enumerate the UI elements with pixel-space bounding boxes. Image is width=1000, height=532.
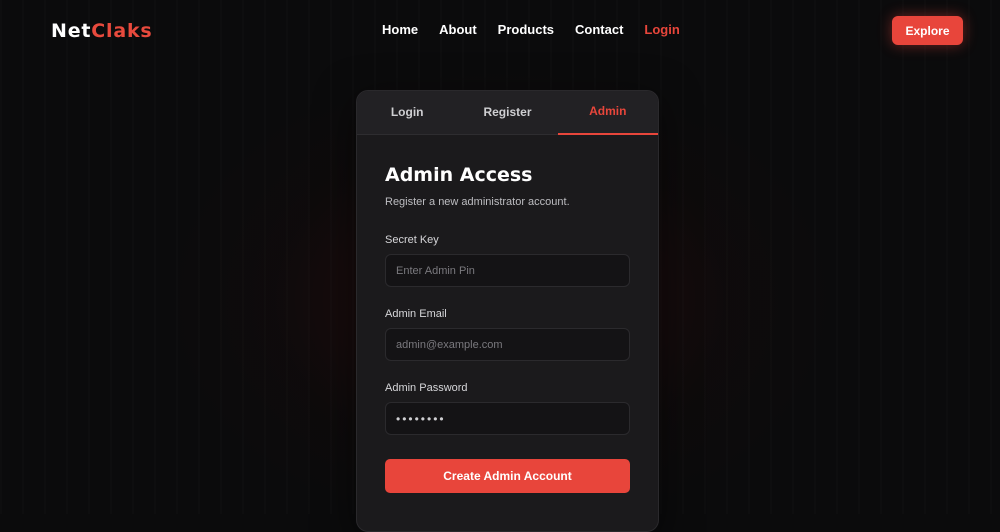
tab-register[interactable]: Register: [457, 91, 557, 134]
auth-card: Login Register Admin Admin Access Regist…: [356, 90, 659, 532]
nav-link-home[interactable]: Home: [382, 22, 418, 40]
brand-logo[interactable]: NetClaks: [51, 19, 153, 43]
secret-key-input[interactable]: [385, 254, 630, 287]
nav-link-products[interactable]: Products: [498, 22, 554, 40]
logo-text-net: Net: [51, 20, 92, 42]
tab-admin[interactable]: Admin: [557, 91, 658, 135]
logo-text-claks: Claks: [91, 20, 153, 42]
auth-tabs: Login Register Admin: [357, 91, 658, 135]
form-subtitle: Register a new administrator account.: [385, 196, 570, 208]
tab-login[interactable]: Login: [357, 91, 457, 134]
admin-password-input[interactable]: [385, 402, 630, 435]
form-title: Admin Access: [385, 164, 533, 186]
top-navbar: NetClaks Home About Products Contact Log…: [0, 0, 1000, 60]
admin-email-label: Admin Email: [385, 308, 447, 320]
admin-email-input[interactable]: [385, 328, 630, 361]
admin-password-label: Admin Password: [385, 382, 468, 394]
nav-link-login[interactable]: Login: [644, 22, 679, 40]
secret-key-label: Secret Key: [385, 234, 439, 246]
explore-button[interactable]: Explore: [892, 16, 963, 45]
main-nav: Home About Products Contact Login: [382, 22, 701, 40]
nav-link-about[interactable]: About: [439, 22, 477, 40]
create-admin-account-button[interactable]: Create Admin Account: [385, 459, 630, 493]
nav-link-contact[interactable]: Contact: [575, 22, 623, 40]
